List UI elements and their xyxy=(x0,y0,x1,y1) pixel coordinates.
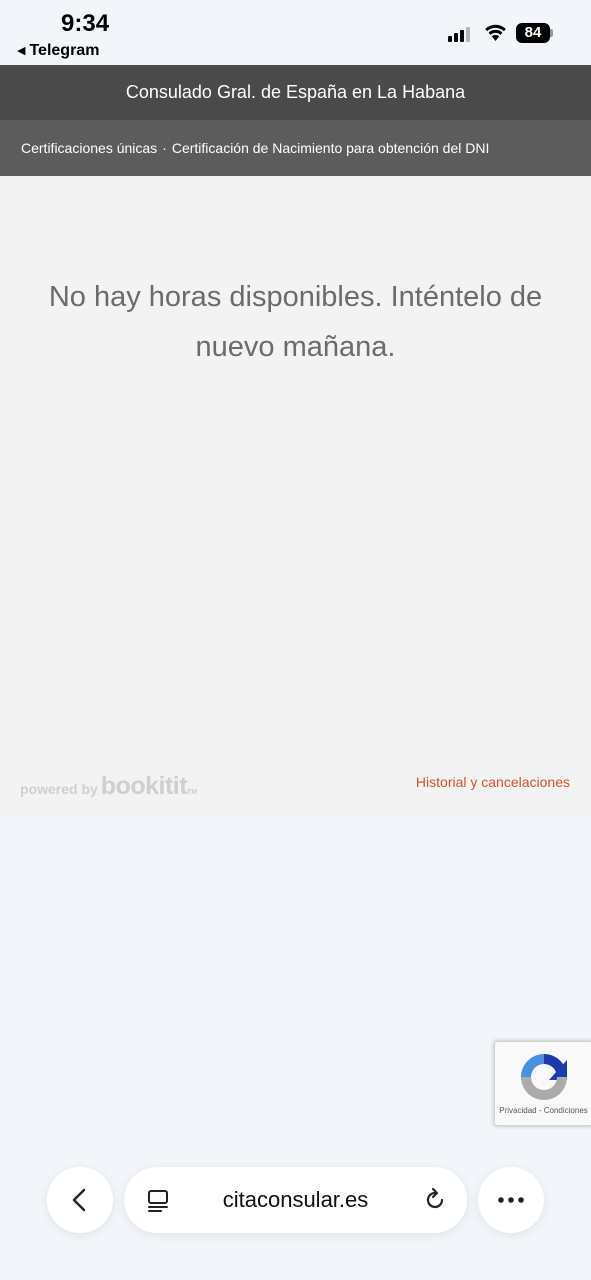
no-availability-message: No hay horas disponibles. Inténtelo de n… xyxy=(48,281,543,363)
recaptcha-privacy-link[interactable]: Privacidad xyxy=(499,1106,536,1115)
cellular-signal-icon xyxy=(448,26,474,42)
powered-by-label: powered by xyxy=(20,781,98,797)
recaptcha-badge[interactable]: Privacidad - Condiciones xyxy=(494,1041,591,1126)
address-bar[interactable]: citaconsular.es xyxy=(124,1167,467,1233)
back-to-telegram-link[interactable]: ◀ Telegram xyxy=(17,42,99,60)
back-triangle-icon: ◀ xyxy=(17,45,26,57)
page-title: Consulado Gral. de España en La Habana xyxy=(125,82,466,102)
booking-panel: No hay horas disponibles. Inténtelo de n… xyxy=(0,176,591,816)
bookitit-brand: bookitit xyxy=(100,772,188,800)
more-icon xyxy=(498,1197,524,1203)
status-time: 9:34 xyxy=(61,10,110,37)
recaptcha-links: Privacidad - Condiciones xyxy=(495,1106,591,1115)
browser-toolbar: citaconsular.es xyxy=(0,1150,591,1250)
browser-back-button[interactable] xyxy=(47,1167,113,1233)
more-options-button[interactable] xyxy=(478,1167,544,1233)
breadcrumb: Certificaciones únicas · Certificación de … xyxy=(0,120,591,176)
wifi-icon xyxy=(485,24,506,41)
powered-by-bookitit-logo[interactable]: powered by bookititTM xyxy=(20,772,197,801)
back-app-label: Telegram xyxy=(29,42,100,59)
recaptcha-terms-link[interactable]: Condiciones xyxy=(544,1106,588,1115)
recaptcha-logo-icon xyxy=(521,1054,567,1100)
reload-icon[interactable] xyxy=(422,1187,448,1213)
history-cancellations-link[interactable]: Historial y cancelaciones xyxy=(416,774,570,790)
back-arrow-icon xyxy=(72,1188,86,1212)
url-text[interactable]: citaconsular.es xyxy=(124,1167,467,1233)
trademark-mark: TM xyxy=(187,789,198,796)
recaptcha-separator: - xyxy=(538,1106,542,1115)
status-bar: 9:34 ◀ Telegram 84 xyxy=(0,0,591,65)
page-header: Consulado Gral. de España en La Habana xyxy=(0,65,591,120)
breadcrumb-item-service[interactable]: Certificación de Nacimiento para obtenci… xyxy=(172,140,490,156)
battery-icon: 84 xyxy=(516,23,550,43)
battery-nub xyxy=(550,29,553,37)
breadcrumb-separator: · xyxy=(162,140,167,156)
breadcrumb-item-category[interactable]: Certificaciones únicas xyxy=(21,140,157,156)
